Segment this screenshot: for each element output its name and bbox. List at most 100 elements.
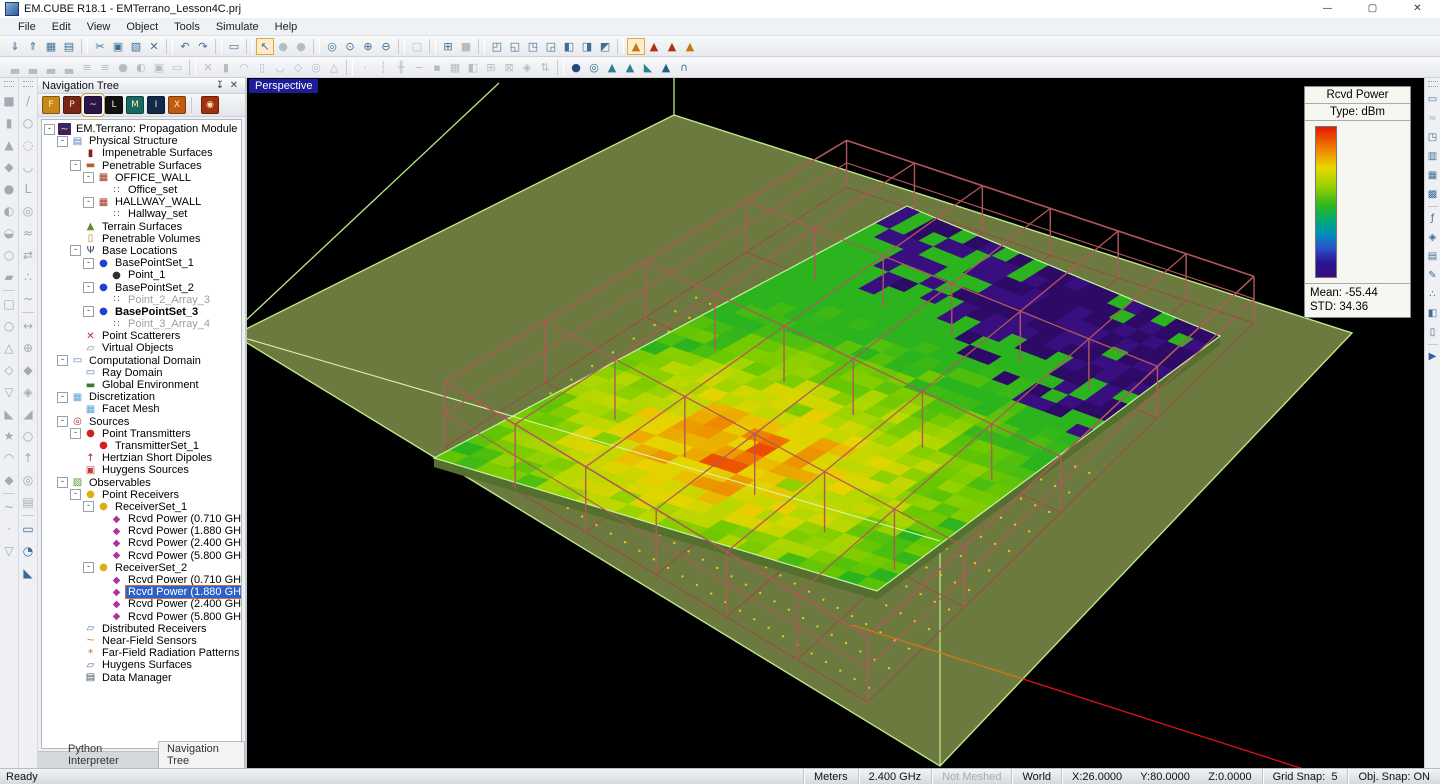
copy-icon[interactable]: ▣: [109, 38, 127, 55]
expander-icon[interactable]: -: [83, 282, 94, 293]
expander-icon[interactable]: -: [70, 428, 81, 439]
env-bird-icon[interactable]: ●: [567, 59, 585, 76]
zoom-window-icon[interactable]: ⊖: [377, 38, 395, 55]
view-back-icon[interactable]: ◨: [578, 38, 596, 55]
menu-object[interactable]: Object: [118, 20, 166, 34]
zoom-realtime-icon[interactable]: ⊙: [341, 38, 359, 55]
view-right-icon[interactable]: ◲: [542, 38, 560, 55]
3d-viewport[interactable]: Perspective Rcvd Power Type: dBm Mean: -…: [247, 78, 1424, 768]
env-terrain-icon[interactable]: ◣: [639, 59, 657, 76]
separator: [166, 39, 173, 54]
expander-icon[interactable]: -: [57, 136, 68, 147]
toggle-receivers-icon[interactable]: ▲: [663, 38, 681, 55]
env-mountain-1-icon[interactable]: ▲: [603, 59, 621, 76]
device-icon[interactable]: ▯: [1426, 323, 1440, 342]
expander-icon[interactable]: -: [83, 197, 94, 208]
formula-icon[interactable]: ƒ: [1426, 209, 1440, 228]
menu-edit[interactable]: Edit: [44, 20, 79, 34]
tile-windows-icon[interactable]: ⊞: [439, 38, 457, 55]
window-restore-icon[interactable]: ▢: [1350, 0, 1395, 18]
run-simulation-icon[interactable]: ▶: [1426, 347, 1440, 366]
menu-help[interactable]: Help: [267, 20, 306, 34]
sheets-icon[interactable]: ▥: [1426, 147, 1440, 166]
tree-item-huygens-sources: ▣ Huygens Sources: [42, 464, 241, 476]
delete-icon[interactable]: ✕: [145, 38, 163, 55]
expander-icon[interactable]: -: [83, 501, 94, 512]
expander-icon[interactable]: -: [83, 258, 94, 269]
module-ferma-icon[interactable]: M: [126, 96, 144, 114]
ruler-icon[interactable]: ▭: [1426, 90, 1440, 109]
module-cad-icon[interactable]: X: [168, 96, 186, 114]
clipboard-icon[interactable]: ▤: [1426, 247, 1440, 266]
select-tool-icon[interactable]: ↖: [256, 38, 274, 55]
tree-item-virtual-objects: ▱ Virtual Objects: [42, 342, 241, 354]
tab-navigation-tree[interactable]: Navigation Tree: [158, 741, 245, 768]
zoom-in-icon[interactable]: ⊕: [359, 38, 377, 55]
env-arc-icon[interactable]: ∩: [675, 59, 693, 76]
ruler-tool-icon[interactable]: ▭: [20, 518, 37, 540]
expander-icon[interactable]: -: [83, 306, 94, 317]
zoom-extents-icon[interactable]: ◎: [323, 38, 341, 55]
view-iso-icon[interactable]: ◩: [596, 38, 614, 55]
module-libera-icon[interactable]: L: [105, 96, 123, 114]
python-console-icon[interactable]: ▭: [225, 38, 243, 55]
paste-icon[interactable]: ▧: [127, 38, 145, 55]
expander-icon[interactable]: -: [70, 160, 81, 171]
expander-icon[interactable]: -: [57, 477, 68, 488]
protractor-icon[interactable]: ◔: [20, 540, 37, 562]
close-icon[interactable]: ✕: [227, 80, 241, 91]
status-grid-snap[interactable]: Grid Snap: 5: [1262, 769, 1348, 784]
box-3d-icon[interactable]: ◳: [1426, 128, 1440, 147]
export-file-icon[interactable]: ⇑: [24, 38, 42, 55]
window-close-icon[interactable]: ✕: [1395, 0, 1440, 18]
tree-item-office-set: ∷ Office_set: [42, 184, 241, 196]
toggle-observables-icon[interactable]: ▲: [681, 38, 699, 55]
toggle-base-sets-icon[interactable]: ▲: [627, 38, 645, 55]
module-terrano-icon[interactable]: ~: [84, 96, 102, 114]
module-illumina-icon[interactable]: I: [147, 96, 165, 114]
view-bottom-icon[interactable]: ◱: [506, 38, 524, 55]
expander-icon[interactable]: -: [83, 562, 94, 573]
expander-icon[interactable]: -: [57, 392, 68, 403]
expander-icon[interactable]: -: [70, 489, 81, 500]
expander-icon[interactable]: -: [57, 416, 68, 427]
window-minimize-icon[interactable]: —: [1305, 0, 1350, 18]
scene-canvas[interactable]: [247, 78, 1424, 768]
pin-icon[interactable]: ↧: [213, 80, 227, 91]
menu-view[interactable]: View: [79, 20, 119, 34]
menu-tools[interactable]: Tools: [166, 20, 208, 34]
view-left-icon[interactable]: ◳: [524, 38, 542, 55]
menu-file[interactable]: File: [10, 20, 44, 34]
expander-icon[interactable]: -: [57, 355, 68, 366]
view-front-icon[interactable]: ◧: [560, 38, 578, 55]
ramp-icon[interactable]: ◣: [20, 562, 37, 584]
capture-icon[interactable]: ◧: [1426, 304, 1440, 323]
orbit-3d-icon[interactable]: ◈: [1426, 228, 1440, 247]
undo-icon[interactable]: ↶: [176, 38, 194, 55]
print-icon[interactable]: ▤: [60, 38, 78, 55]
toggle-transmitters-icon[interactable]: ▲: [645, 38, 663, 55]
module-picasso-icon[interactable]: P: [63, 96, 81, 114]
compute-icon[interactable]: ▩: [1426, 185, 1440, 204]
status-object-snap[interactable]: Obj. Snap: ON: [1347, 769, 1440, 784]
import-file-icon[interactable]: ⇓: [6, 38, 24, 55]
redo-icon[interactable]: ↷: [194, 38, 212, 55]
expander-icon[interactable]: -: [44, 124, 55, 135]
module-tempo-icon[interactable]: F: [42, 96, 60, 114]
save-project-icon[interactable]: ▦: [42, 38, 60, 55]
app-settings-icon[interactable]: ◉: [201, 96, 219, 114]
env-mountain-2-icon[interactable]: ▲: [621, 59, 639, 76]
view-top-icon[interactable]: ◰: [488, 38, 506, 55]
env-person-icon[interactable]: ▲: [657, 59, 675, 76]
menu-simulate[interactable]: Simulate: [208, 20, 267, 34]
branch-icon[interactable]: ∴: [1426, 285, 1440, 304]
cut-icon[interactable]: ✂: [91, 38, 109, 55]
point-grid-icon[interactable]: ▦: [1426, 166, 1440, 185]
tree-item-em-terrano-propagation-module[interactable]: - ~ EM.Terrano: Propagation Module: [42, 123, 241, 135]
expander-icon[interactable]: -: [83, 172, 94, 183]
annotate-icon[interactable]: ✎: [1426, 266, 1440, 285]
expander-icon[interactable]: -: [70, 245, 81, 256]
tree-item-hallway-wall: - ▦ HALLWAY_WALL: [42, 196, 241, 208]
tab-python-interpreter[interactable]: Python Interpreter: [60, 742, 155, 768]
env-globe-icon[interactable]: ◎: [585, 59, 603, 76]
